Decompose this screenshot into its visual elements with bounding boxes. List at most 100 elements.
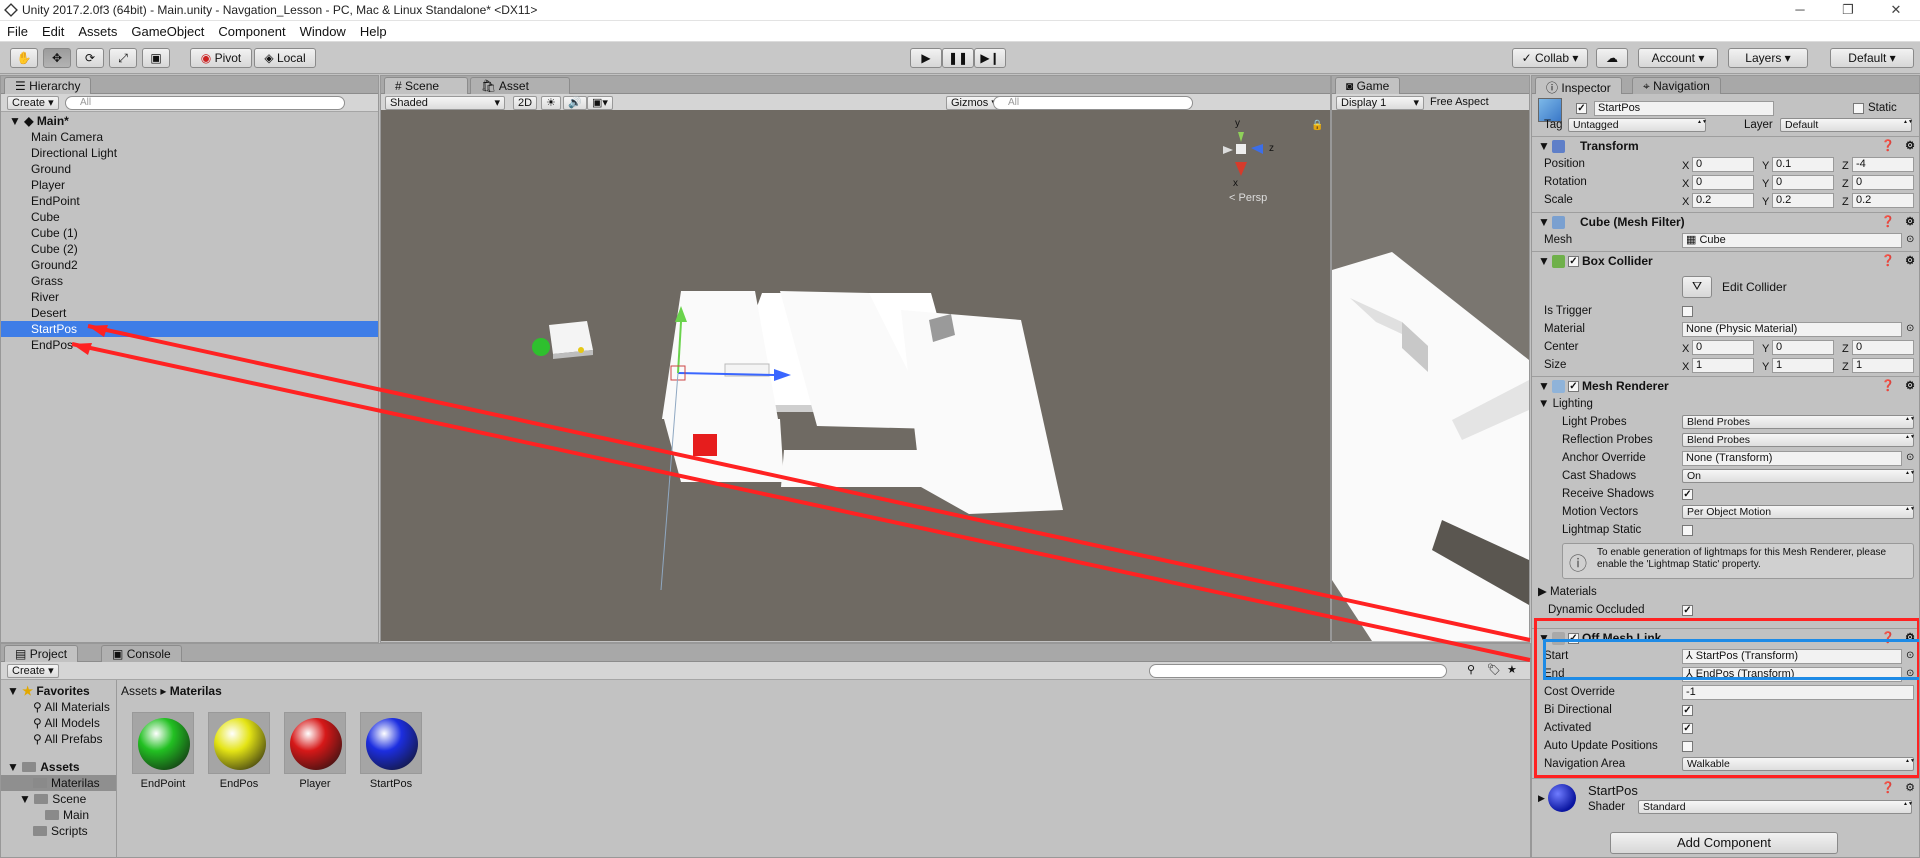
scene-viewport[interactable]: y z x < Persp 🔒 <box>381 110 1330 641</box>
filter-label-icon[interactable]: 🏷 <box>1487 663 1501 676</box>
hierarchy-search-input[interactable]: All <box>65 96 345 110</box>
hierarchy-item[interactable]: River <box>1 289 378 305</box>
material-asset[interactable]: Player <box>280 712 350 790</box>
layers-dropdown[interactable]: Layers ▾ <box>1728 48 1808 68</box>
edit-collider-button[interactable]: ⛛ <box>1682 276 1712 298</box>
tab-asset-store[interactable]: 🛍 Asset Store <box>470 77 570 107</box>
help-icon[interactable]: ❓ <box>1881 377 1895 396</box>
object-picker-icon[interactable]: ⊙ <box>1906 320 1914 338</box>
orientation-gizmo[interactable]: y z x < Persp <box>1211 118 1281 208</box>
hierarchy-create-button[interactable]: Create ▾ <box>7 96 59 110</box>
menu-assets[interactable]: Assets <box>71 21 124 39</box>
lock-icon[interactable]: 🔒 <box>1311 120 1323 131</box>
position-y-field[interactable]: 0.1 <box>1772 157 1834 172</box>
box-collider-enabled-checkbox[interactable]: ✓ <box>1568 256 1579 267</box>
mesh-filter-header[interactable]: ▼ Cube (Mesh Filter) ❓ ⚙ <box>1532 212 1919 232</box>
object-picker-icon[interactable]: ⊙ <box>1906 231 1914 249</box>
tab-inspector[interactable]: ⓘ Inspector <box>1535 77 1622 95</box>
lighting-toggle-icon[interactable]: ☀ <box>541 96 561 110</box>
rotation-y-field[interactable]: 0 <box>1772 175 1834 190</box>
rect-tool-icon[interactable]: ▣ <box>142 48 170 68</box>
filter-type-icon[interactable]: ⚲ <box>1467 663 1475 676</box>
menu-file[interactable]: File <box>0 21 35 39</box>
hierarchy-item[interactable]: Directional Light <box>1 145 378 161</box>
assets-root-row[interactable]: ▼ Assets <box>1 759 116 775</box>
hierarchy-item[interactable]: Ground <box>1 161 378 177</box>
hierarchy-item[interactable]: Ground2 <box>1 257 378 273</box>
close-icon[interactable]: ✕ <box>1874 0 1918 21</box>
is-trigger-checkbox[interactable] <box>1682 306 1693 317</box>
motion-vectors-dropdown[interactable]: Per Object Motion <box>1682 505 1914 519</box>
fav-item-all-models[interactable]: ⚲ All Models <box>1 715 116 731</box>
menu-edit[interactable]: Edit <box>35 21 71 39</box>
light-probes-dropdown[interactable]: Blend Probes <box>1682 415 1914 429</box>
gear-icon[interactable]: ⚙ <box>1905 137 1915 156</box>
foldout-arrow-icon[interactable]: ▶ <box>1538 793 1545 804</box>
shader-dropdown[interactable]: Standard <box>1638 800 1912 814</box>
mesh-field[interactable]: ▦ Cube <box>1682 233 1902 248</box>
help-icon[interactable]: ❓ <box>1881 252 1895 271</box>
move-tool-icon[interactable]: ✥ <box>43 48 71 68</box>
lighting-foldout[interactable]: ▼ Lighting <box>1532 395 1919 413</box>
hand-tool-icon[interactable]: ✋ <box>10 48 38 68</box>
active-checkbox[interactable]: ✓ <box>1576 103 1587 114</box>
add-component-button[interactable]: Add Component <box>1610 832 1838 854</box>
hierarchy-item[interactable]: Cube (2) <box>1 241 378 257</box>
hierarchy-item[interactable]: Cube <box>1 209 378 225</box>
menu-gameobject[interactable]: GameObject <box>124 21 211 39</box>
center-y-field[interactable]: 0 <box>1772 340 1834 355</box>
favorite-star-icon[interactable]: ★ <box>1507 663 1517 676</box>
hierarchy-item[interactable]: Player <box>1 177 378 193</box>
material-asset[interactable]: EndPos <box>204 712 274 790</box>
persp-label[interactable]: < Persp <box>1229 192 1267 204</box>
position-x-field[interactable]: 0 <box>1692 157 1754 172</box>
transform-header[interactable]: ▼ Transform ❓ ⚙ <box>1532 136 1919 156</box>
hierarchy-item[interactable]: EndPos <box>1 337 378 353</box>
layer-dropdown[interactable]: Default <box>1780 118 1912 132</box>
mesh-renderer-enabled-checkbox[interactable]: ✓ <box>1568 381 1579 392</box>
cloud-icon[interactable]: ☁ <box>1596 48 1628 68</box>
account-dropdown[interactable]: Account ▾ <box>1638 48 1718 68</box>
tab-game[interactable]: ◙ Game <box>1335 77 1401 94</box>
toggle-2d-button[interactable]: 2D <box>513 96 538 110</box>
gear-icon[interactable]: ⚙ <box>1905 213 1915 232</box>
help-icon[interactable]: ❓ <box>1881 781 1895 794</box>
gear-icon[interactable]: ⚙ <box>1905 781 1915 794</box>
anchor-override-field[interactable]: None (Transform) <box>1682 451 1902 466</box>
menu-window[interactable]: Window <box>293 21 353 39</box>
project-create-button[interactable]: Create ▾ <box>7 664 59 678</box>
breadcrumb-current[interactable]: Materilas <box>170 684 222 698</box>
material-asset[interactable]: EndPoint <box>128 712 198 790</box>
maximize-icon[interactable]: ❐ <box>1826 0 1870 21</box>
tab-hierarchy[interactable]: ☰ Hierarchy <box>4 77 92 94</box>
folder-scene[interactable]: ▼ Scene <box>1 791 116 807</box>
gear-icon[interactable]: ⚙ <box>1905 252 1915 271</box>
hierarchy-item[interactable]: StartPos <box>1 321 378 337</box>
fav-item-all-prefabs[interactable]: ⚲ All Prefabs <box>1 731 116 747</box>
layout-dropdown[interactable]: Default ▾ <box>1830 48 1914 68</box>
scale-y-field[interactable]: 0.2 <box>1772 193 1834 208</box>
effects-toggle-icon[interactable]: ▣▾ <box>587 96 613 110</box>
object-picker-icon[interactable]: ⊙ <box>1906 449 1914 467</box>
audio-toggle-icon[interactable]: 🔊 <box>563 96 587 110</box>
shading-dropdown[interactable]: Shaded ▾ <box>385 96 505 110</box>
menu-component[interactable]: Component <box>211 21 292 39</box>
cast-shadows-dropdown[interactable]: On <box>1682 469 1914 483</box>
help-icon[interactable]: ❓ <box>1881 137 1895 156</box>
size-y-field[interactable]: 1 <box>1772 358 1834 373</box>
dynamic-occluded-checkbox[interactable]: ✓ <box>1682 605 1693 616</box>
step-button[interactable]: ▶❙ <box>974 48 1006 68</box>
folder-materilas[interactable]: Materilas <box>1 775 116 791</box>
project-search-input[interactable] <box>1149 664 1447 678</box>
hierarchy-item[interactable]: Main Camera <box>1 129 378 145</box>
hierarchy-item[interactable]: Grass <box>1 273 378 289</box>
hierarchy-item[interactable]: EndPoint <box>1 193 378 209</box>
reflection-probes-dropdown[interactable]: Blend Probes <box>1682 433 1914 447</box>
game-viewport[interactable] <box>1332 110 1529 641</box>
pause-button[interactable]: ❚❚ <box>942 48 974 68</box>
center-x-field[interactable]: 0 <box>1692 340 1754 355</box>
menu-help[interactable]: Help <box>353 21 394 39</box>
hierarchy-item[interactable]: Cube (1) <box>1 225 378 241</box>
breadcrumb-root[interactable]: Assets <box>121 684 157 698</box>
scale-z-field[interactable]: 0.2 <box>1852 193 1914 208</box>
